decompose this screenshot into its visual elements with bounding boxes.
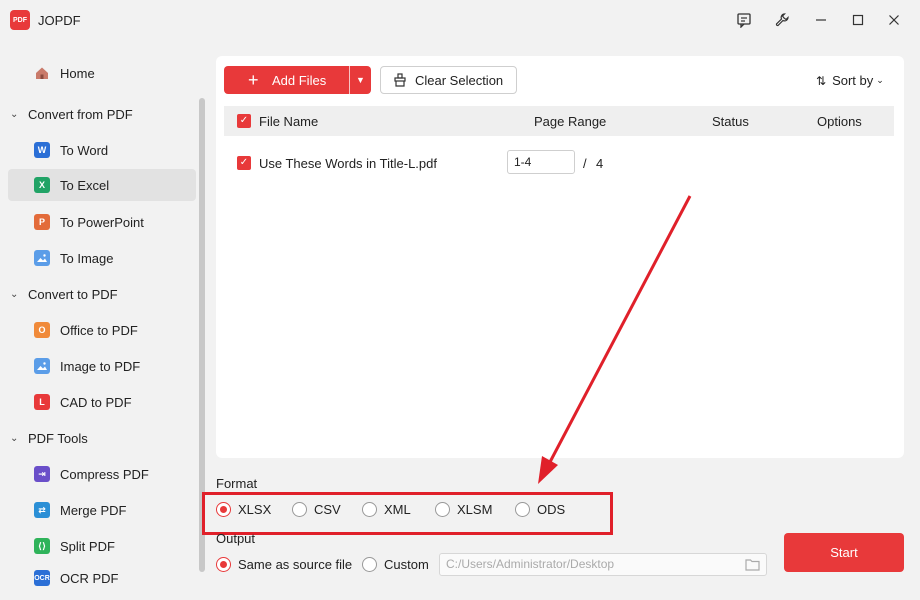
chevron-down-icon: ⌄ [10, 288, 19, 300]
sidebar-item-label: Split PDF [60, 538, 115, 554]
sidebar-item-label: Home [60, 65, 95, 81]
sidebar-item-cad-to-pdf[interactable]: L CAD to PDF [8, 386, 196, 418]
file-name: Use These Words in Title-L.pdf [259, 156, 437, 171]
merge-icon: ⇄ [34, 502, 50, 518]
add-files-label: Add Files [272, 72, 327, 88]
wrench-icon[interactable] [769, 8, 795, 32]
sidebar-item-label: To Excel [60, 177, 110, 193]
sidebar-item-to-powerpoint[interactable]: P To PowerPoint [8, 206, 196, 238]
close-icon[interactable] [881, 8, 907, 32]
split-icon: ⟨⟩ [34, 538, 50, 554]
sidebar-group-label: Convert to PDF [28, 286, 118, 302]
sidebar-item-to-excel[interactable]: X To Excel [8, 169, 196, 201]
output-path-field[interactable]: C:/Users/Administrator/Desktop [439, 553, 767, 576]
app-logo: PDF [10, 10, 30, 30]
sidebar-item-compress-pdf[interactable]: ⇥ Compress PDF [8, 458, 196, 490]
chevron-down-icon: ⌄ [10, 108, 19, 120]
minimize-icon[interactable] [808, 8, 834, 32]
output-option-label: Custom [384, 557, 429, 572]
sort-by-button[interactable]: ⇅ Sort by ⌄ [816, 73, 884, 88]
output-path-placeholder: C:/Users/Administrator/Desktop [446, 557, 615, 571]
sidebar-item-split-pdf[interactable]: ⟨⟩ Split PDF [8, 530, 196, 562]
sidebar-group-convert-to-pdf[interactable]: ⌄ Convert to PDF [10, 282, 118, 306]
clear-selection-label: Clear Selection [415, 72, 504, 88]
clear-selection-button[interactable]: Clear Selection [380, 66, 517, 94]
header-page-range: Page Range [534, 114, 607, 129]
sidebar-item-label: Merge PDF [60, 502, 127, 518]
sidebar-item-home[interactable]: Home [8, 57, 196, 89]
folder-icon[interactable] [745, 558, 760, 571]
select-all-checkbox[interactable]: ✓ [237, 114, 251, 128]
title-bar: PDF JOPDF [0, 0, 920, 40]
home-icon [34, 65, 50, 81]
office-icon: O [34, 322, 50, 338]
page-range-separator: / [583, 156, 587, 171]
radio[interactable] [362, 557, 377, 572]
broom-icon [394, 73, 406, 87]
format-label: Format [216, 476, 258, 491]
sidebar-item-to-image[interactable]: To Image [8, 242, 196, 274]
header-options: Options [817, 114, 862, 129]
sidebar-item-to-word[interactable]: W To Word [8, 134, 196, 166]
cad-icon: L [34, 394, 50, 410]
page-range-input[interactable] [507, 150, 575, 174]
output-option-label: Same as source file [238, 557, 353, 572]
sidebar-item-label: To PowerPoint [60, 214, 144, 230]
table-header: ✓ File Name Page Range Status Options [224, 106, 894, 136]
format-highlight-box [202, 492, 613, 535]
image-icon [34, 358, 50, 374]
sidebar-group-pdf-tools[interactable]: ⌄ PDF Tools [10, 426, 88, 450]
table-row: ✓ Use These Words in Title-L.pdf / 4 [224, 148, 894, 178]
image-icon [34, 250, 50, 266]
sort-by-label: Sort by [832, 73, 874, 88]
feedback-icon[interactable] [731, 8, 757, 32]
sidebar-item-label: Image to PDF [60, 358, 141, 374]
powerpoint-icon: P [34, 214, 50, 230]
app-title: JOPDF [38, 13, 81, 28]
row-checkbox[interactable]: ✓ [237, 156, 251, 170]
sidebar-group-label: Convert from PDF [28, 106, 133, 122]
sidebar-group-label: PDF Tools [28, 430, 88, 446]
sort-icon: ⇅ [816, 73, 827, 88]
app-logo-text: PDF [13, 16, 27, 24]
sidebar-item-office-to-pdf[interactable]: O Office to PDF [8, 314, 196, 346]
sidebar: Home ⌄ Convert from PDF W To Word X To E… [0, 40, 206, 600]
sidebar-item-label: Office to PDF [60, 322, 138, 338]
sidebar-item-label: CAD to PDF [60, 394, 132, 410]
output-label: Output [216, 531, 256, 546]
sidebar-item-label: Compress PDF [60, 466, 149, 482]
sidebar-item-merge-pdf[interactable]: ⇄ Merge PDF [8, 494, 196, 526]
chevron-down-icon: ⌄ [10, 432, 19, 444]
sidebar-item-label: OCR PDF [60, 571, 119, 586]
radio-selected[interactable] [216, 557, 231, 572]
compress-icon: ⇥ [34, 466, 50, 482]
sidebar-group-convert-from-pdf[interactable]: ⌄ Convert from PDF [10, 102, 133, 126]
sidebar-item-image-to-pdf[interactable]: Image to PDF [8, 350, 196, 382]
file-list-panel: + Add Files ▼ Clear Selection ⇅ Sort by … [216, 56, 904, 458]
total-pages: 4 [596, 156, 604, 171]
sidebar-item-ocr-pdf[interactable]: OCR OCR PDF [8, 566, 196, 586]
chevron-down-icon: ⌄ [876, 75, 884, 85]
word-icon: W [34, 142, 50, 158]
ocr-icon: OCR [34, 570, 50, 586]
chevron-down-icon[interactable]: ▼ [350, 66, 371, 94]
sidebar-item-label: To Image [60, 250, 114, 266]
output-option-custom[interactable]: Custom [362, 557, 429, 572]
start-button[interactable]: Start [784, 533, 904, 572]
plus-icon: + [248, 70, 259, 90]
maximize-icon[interactable] [845, 8, 871, 32]
excel-icon: X [34, 177, 50, 193]
sidebar-item-label: To Word [60, 142, 109, 158]
header-status: Status [712, 114, 749, 129]
header-file-name: File Name [259, 114, 319, 129]
output-option-same-as-source[interactable]: Same as source file [216, 557, 352, 572]
add-files-button[interactable]: + Add Files ▼ [224, 66, 371, 94]
